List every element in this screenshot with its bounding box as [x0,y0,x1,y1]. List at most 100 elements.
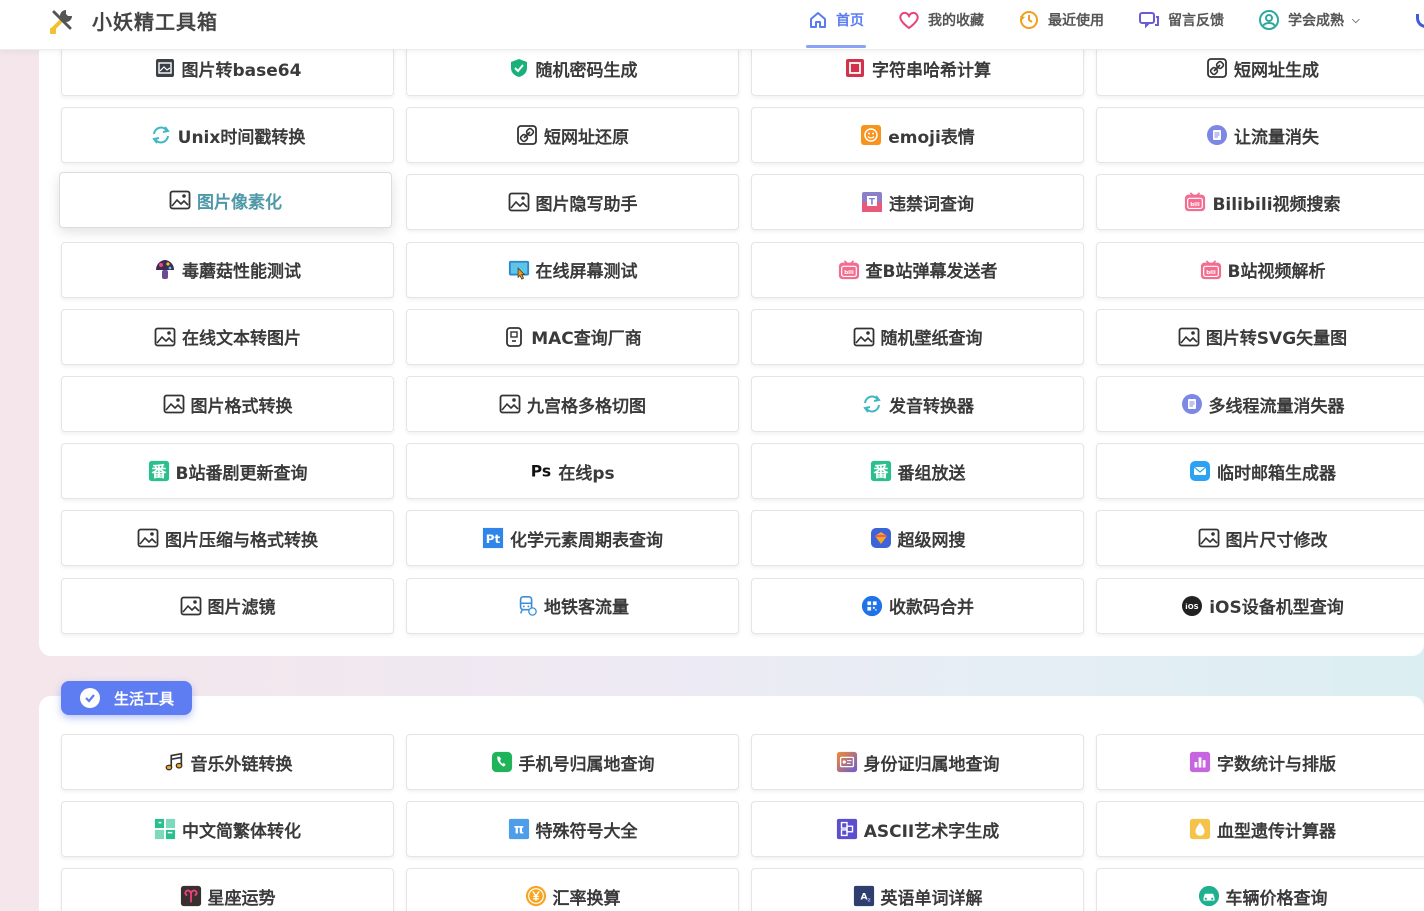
phone-icon [491,751,513,773]
tool-label: 字符串哈希计算 [872,60,991,81]
svg-text:T: T [869,198,876,208]
tool-label: 图片格式转换 [190,396,293,417]
tool-card[interactable]: Unix时间戳转换 [61,107,394,164]
tool-card[interactable]: 随机壁纸查询 [751,308,1084,365]
tool-card[interactable]: bili Bilibili视频搜索 [1096,174,1424,231]
tool-label: 九宫格多格切图 [527,396,646,417]
chart-icon [1189,751,1211,773]
tool-card[interactable]: 地铁客流量 [406,577,739,634]
tool-card[interactable]: 身份证归属地查询 [751,734,1084,790]
tool-card[interactable]: Ps 在线ps [406,443,739,500]
tool-card[interactable]: 让流量消失 [1096,107,1424,164]
image-icon [169,189,191,211]
tool-label: 多线程流量消失器 [1208,396,1345,417]
top-navbar: 小妖精工具箱 首页 我的收藏 最近使用 留言反馈 学会成熟 ⌵ [0,0,1424,50]
tool-card[interactable]: bili 查B站弹幕发送者 [751,241,1084,298]
tool-label: 汇率换算 [552,888,621,909]
tool-label: 车辆价格查询 [1225,888,1328,909]
tool-card[interactable]: 图片尺寸修改 [1096,510,1424,567]
tool-card[interactable]: 临时邮箱生成器 [1096,443,1424,500]
tool-card[interactable]: ASCII艺术字生成 [751,801,1084,857]
tool-label: 短网址生成 [1234,60,1319,81]
tool-card[interactable]: Az 英语单词详解 [751,868,1084,911]
image-icon [154,326,176,348]
svg-text:bili: bili [844,270,854,276]
tool-row: 图片格式转换 九宫格多格切图 发音转换器 多线程流量消失器 [61,376,1424,432]
document-icon [1181,393,1203,415]
tool-row: 图片像素化 图片隐写助手 T 违禁词查询 bili Bilibili视频搜索 [59,172,1424,231]
wrench-screwdriver-icon [50,10,72,34]
tool-card[interactable]: 图片隐写助手 [406,174,739,231]
nav-feedback[interactable]: 留言反馈 [1138,0,1224,40]
tool-label: emoji表情 [888,127,975,148]
image-icon [1198,527,1220,549]
link-icon [1206,57,1228,79]
tool-card[interactable]: 字数统计与排版 [1096,734,1424,790]
tool-row: 星座运势 汇率换算 Az 英语单词详解 车辆价格查询 [61,868,1424,911]
partial-icon [1416,14,1424,28]
tool-card[interactable]: 毒蘑菇性能测试 [61,241,394,298]
tool-row: Unix时间戳转换 短网址还原 emoji表情 让流量消失 [61,107,1424,164]
nav-home[interactable]: 首页 [806,0,866,48]
tool-card[interactable]: 多线程流量消失器 [1096,376,1424,432]
nav-favorites[interactable]: 我的收藏 [898,0,984,40]
qrcode-icon [861,595,883,617]
tool-card[interactable]: 星座运势 [61,868,394,911]
tool-card[interactable]: 收款码合并 [751,577,1084,634]
tool-card[interactable]: 图片格式转换 [61,376,394,432]
link-icon [516,124,538,146]
tool-card[interactable]: 血型遗传计算器 [1096,801,1424,857]
tool-row: 图片压缩与格式转换 Pt 化学元素周期表查询 超级网搜 图片尺寸修改 [61,510,1424,567]
tool-card[interactable]: 车辆价格查询 [1096,868,1424,911]
svg-text:iOS: iOS [1186,603,1199,611]
user-icon [1259,10,1279,30]
tool-card[interactable]: iOS iOS设备机型查询 [1096,577,1424,634]
chevron-down-icon: ⌵ [1352,14,1360,26]
logo[interactable]: 小妖精工具箱 [46,4,218,36]
tool-label: 在线文本转图片 [182,329,301,350]
section-tag-life[interactable]: 生活工具 [61,681,192,715]
tool-card[interactable]: MAC查询厂商 [406,308,739,365]
nav-label: 首页 [836,13,864,29]
tool-card[interactable]: 图片转SVG矢量图 [1096,308,1424,365]
tool-label: 在线屏幕测试 [535,262,638,283]
tool-card[interactable]: emoji表情 [751,107,1084,164]
tool-card[interactable]: π 特殊符号大全 [406,801,739,857]
tool-card[interactable]: 图片压缩与格式转换 [61,510,394,567]
tool-row: 音乐外链转换 手机号归属地查询 身份证归属地查询 字数统计与排版 [61,734,1424,790]
nav-recent[interactable]: 最近使用 [1018,0,1104,40]
svg-text:Ps: Ps [531,463,551,481]
tool-row: 毒蘑菇性能测试 在线屏幕测试 bili 查B站弹幕发送者 bili B站视频解析 [61,241,1424,298]
tool-card[interactable]: 在线屏幕测试 [406,241,739,298]
tool-card[interactable]: 番番组放送 [751,443,1084,500]
tool-card[interactable]: Pt 化学元素周期表查询 [406,510,739,567]
nav-user[interactable]: 学会成熟 ⌵ [1258,0,1360,40]
aries-icon [180,885,202,907]
tool-card[interactable]: 图片像素化 [59,172,392,229]
tool-label: 英语单词详解 [880,888,983,909]
tool-card[interactable]: 图片滤镜 [61,577,394,634]
tool-card[interactable]: 番 B站番剧更新查询 [61,443,394,500]
tool-row: 番 B站番剧更新查询 Ps 在线ps 番番组放送 临时邮箱生成器 [61,443,1424,500]
image-icon [1178,326,1200,348]
app-title: 小妖精工具箱 [92,9,218,34]
tool-card[interactable]: T 违禁词查询 [751,174,1084,231]
tool-label: 临时邮箱生成器 [1217,463,1336,484]
tool-card[interactable]: 在线文本转图片 [61,308,394,365]
hash-icon [844,57,866,79]
tool-card[interactable]: 短网址还原 [406,107,739,164]
tool-card[interactable]: 汇率换算 [406,868,739,911]
tool-card[interactable]: 发音转换器 [751,376,1084,432]
tool-card[interactable]: 手机号归属地查询 [406,734,739,790]
music-icon [163,751,185,773]
tool-card[interactable]: 超级网搜 [751,510,1084,567]
image-icon [508,191,530,213]
image-icon [499,393,521,415]
tool-card[interactable]: 中文简繁体转化 [61,801,394,857]
tool-label: B站视频解析 [1227,262,1326,283]
tool-card[interactable]: 音乐外链转换 [61,734,394,790]
tool-card[interactable]: bili B站视频解析 [1096,241,1424,298]
tool-card[interactable]: 九宫格多格切图 [406,376,739,432]
tool-label: 图片转SVG矢量图 [1205,329,1348,350]
svg-text:番: 番 [872,463,888,481]
